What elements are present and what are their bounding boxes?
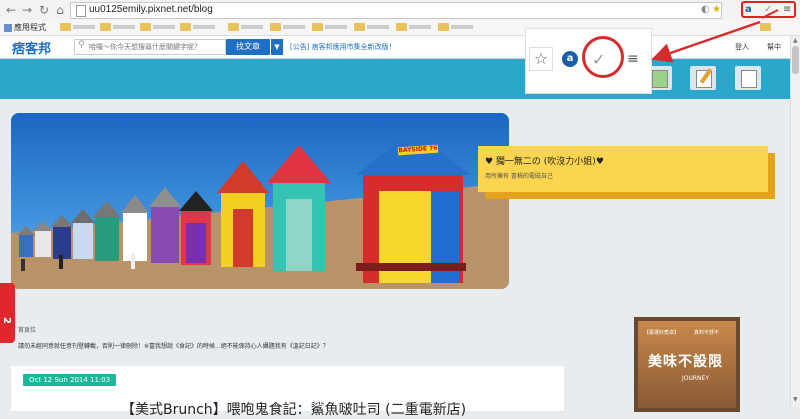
check-extension-icon[interactable]: ✓: [764, 3, 772, 16]
translate-icon[interactable]: ◐: [701, 4, 710, 15]
adblock-icon[interactable]: a: [745, 3, 752, 16]
pixnet-bar: 痞客邦 ⚲ 找文章 ▼ [公告] 痞客邦應用市集全新改版！ 登入 幫中: [0, 36, 790, 59]
folder-icon: [760, 22, 771, 31]
bookmarks-bar: 應用程式: [0, 20, 800, 36]
bookmark-apps[interactable]: 應用程式: [4, 22, 46, 32]
scroll-up-icon[interactable]: ▲: [793, 37, 798, 44]
bookmark-star-icon[interactable]: ★: [712, 4, 721, 15]
folder-icon: [270, 22, 281, 31]
bookmark-folder[interactable]: [438, 22, 473, 32]
scroll-down-icon[interactable]: ▼: [793, 396, 798, 403]
apps-icon: [4, 23, 12, 32]
chrome-menu-icon[interactable]: ≡: [783, 3, 791, 16]
back-icon[interactable]: ←: [4, 3, 18, 17]
blog-title[interactable]: ♥ 獨一無二の (吹沒力小姐)♥: [485, 154, 604, 167]
folder-icon: [396, 22, 407, 31]
address-bar[interactable]: uu0125emily.pixnet.net/blog ◐ ★: [70, 2, 722, 19]
search-input[interactable]: [89, 41, 221, 52]
bookmark-folder[interactable]: [270, 22, 305, 32]
bookmark-folder[interactable]: [140, 22, 175, 32]
highlight-circle: [582, 36, 624, 78]
ad-title: 美味不設限: [648, 354, 723, 370]
bookmark-folder[interactable]: [396, 22, 431, 32]
pixnet-logo[interactable]: 痞客邦: [12, 38, 51, 57]
folder-icon: [60, 22, 71, 31]
folder-icon: [312, 22, 323, 31]
bookmark-folder[interactable]: [180, 22, 215, 32]
folder-icon: [228, 22, 239, 31]
help-link[interactable]: 幫中: [767, 42, 781, 52]
ad-tag-right: 真料不舒不: [694, 330, 720, 336]
bookmark-other[interactable]: [760, 22, 771, 32]
page-icon: [76, 5, 86, 17]
search-dropdown-icon[interactable]: ▼: [271, 39, 283, 55]
bookmark-folder[interactable]: [228, 22, 263, 32]
reload-icon[interactable]: ↻: [37, 3, 51, 17]
folder-icon: [438, 22, 449, 31]
home-icon[interactable]: ⌂: [53, 3, 67, 17]
blog-header-banner: [0, 59, 790, 99]
browser-toolbar: ← → ↻ ⌂ uu0125emily.pixnet.net/blog ◐ ★ …: [0, 0, 800, 21]
copyright-notice: 請勿未經同意就任意刊登轉載，否則一律刪除！※富我想說《食記》的時候...絕不能保…: [18, 343, 329, 350]
write-icon[interactable]: [690, 66, 716, 90]
hero-image: BAYSIDE 76: [11, 113, 509, 289]
search-icon: ⚲: [78, 40, 85, 50]
announcement-link[interactable]: [公告] 痞客邦應用市集全新改版！: [290, 42, 396, 52]
bookmark-folder[interactable]: [354, 22, 389, 32]
ad-tag-left: 【嚴選好煮卓】: [644, 330, 680, 336]
page-scrollbar[interactable]: ▲ ▼: [790, 36, 800, 406]
adblock-icon[interactable]: a: [562, 51, 578, 67]
blog-title-card: ♥ 獨一無二の (吹沒力小姐)♥ 用所擁有 書積的電磁自己: [478, 146, 768, 192]
post-card: Oct 12 Sun 2014 11:03 【美式Brunch】喂咆鬼食記：鯊魚…: [11, 366, 564, 418]
bookmark-folder[interactable]: [312, 22, 347, 32]
beach-huts-illustration: [11, 131, 509, 289]
post-title[interactable]: 【美式Brunch】喂咆鬼食記：鯊魚啵吐司 (二重電新店): [121, 399, 466, 419]
search-box: ⚲: [74, 39, 226, 55]
folder-icon: [180, 22, 191, 31]
chrome-menu-icon[interactable]: ≡: [627, 51, 639, 67]
folder-icon: [100, 22, 111, 31]
extension-area: a ✓ ≡: [741, 1, 796, 18]
post-date: Oct 12 Sun 2014 11:03: [23, 374, 117, 386]
bookmark-folder[interactable]: [60, 22, 95, 32]
side-float-tab[interactable]: 2: [0, 283, 15, 343]
ad-subtitle: JOURNEY: [682, 375, 709, 382]
blog-subtitle: 用所擁有 書積的電磁自己: [485, 173, 553, 180]
search-button[interactable]: 找文章: [226, 39, 270, 55]
folder-icon: [354, 22, 365, 31]
scroll-thumb[interactable]: [792, 46, 799, 74]
address-url[interactable]: uu0125emily.pixnet.net/blog: [89, 4, 213, 15]
ad-image: 【嚴選好煮卓】 真料不舒不 美味不設限 JOURNEY: [638, 321, 736, 408]
zoom-callout: ☆ a ✓ ≡: [525, 28, 652, 94]
login-link[interactable]: 登入: [735, 42, 749, 52]
bookmark-star-icon[interactable]: ☆: [529, 47, 553, 71]
forward-icon[interactable]: →: [20, 3, 34, 17]
sidebar-ad[interactable]: 【嚴選好煮卓】 真料不舒不 美味不設限 JOURNEY: [634, 317, 740, 412]
side-tab-number: 2: [0, 317, 12, 324]
folder-icon: [140, 22, 151, 31]
bookmark-folder[interactable]: [100, 22, 135, 32]
section-label: 首頁位: [18, 327, 37, 334]
profile-card-icon[interactable]: [735, 66, 761, 90]
